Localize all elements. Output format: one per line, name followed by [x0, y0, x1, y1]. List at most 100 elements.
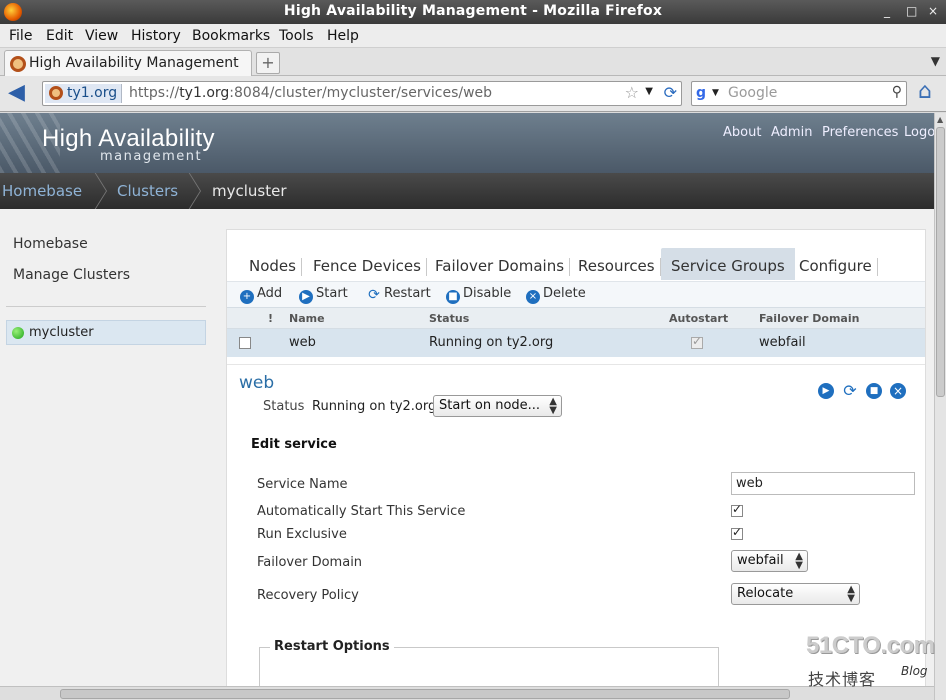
- menu-edit[interactable]: Edit: [46, 28, 73, 44]
- menu-history[interactable]: History: [131, 28, 181, 44]
- tab-label: Resources: [578, 257, 655, 275]
- sidebar-item-homebase[interactable]: Homebase: [13, 236, 88, 252]
- status-value: Running on ty2.org: [312, 399, 437, 414]
- service-title: web: [239, 373, 275, 393]
- search-placeholder: Google: [728, 85, 778, 101]
- site-identity-button[interactable]: ty1.org: [45, 84, 123, 103]
- scroll-up-arrow-icon[interactable]: ▲: [937, 115, 943, 124]
- sidebar-item-manage-clusters[interactable]: Manage Clusters: [13, 267, 130, 283]
- home-icon[interactable]: ⌂: [918, 80, 932, 104]
- autostart-label: Automatically Start This Service: [257, 504, 466, 519]
- autostart-checkbox[interactable]: [731, 502, 743, 517]
- restart-button[interactable]: ⟳ Restart: [367, 286, 431, 302]
- watermark-logo: 51CTO.com: [806, 632, 935, 659]
- bookmark-star-icon[interactable]: ☆: [625, 83, 639, 102]
- breadcrumb-separator: [94, 173, 106, 209]
- sidebar-divider: [6, 306, 206, 307]
- recovery-policy-select[interactable]: Relocate ▲ ▼: [731, 583, 860, 605]
- breadcrumb-mycluster: mycluster: [212, 182, 287, 200]
- close-window-button[interactable]: ×: [928, 4, 938, 18]
- favicon-icon: [10, 56, 26, 72]
- header-link-preferences[interactable]: Preferences: [822, 125, 898, 140]
- horizontal-scroll-thumb[interactable]: [60, 689, 790, 699]
- col-flag: !: [268, 312, 274, 325]
- menu-file[interactable]: File: [9, 28, 32, 44]
- header-link-logout[interactable]: Logo: [904, 125, 934, 140]
- col-status[interactable]: Status: [429, 312, 469, 325]
- sidebar-item-mycluster[interactable]: mycluster: [6, 320, 206, 345]
- failover-domain-value: webfail: [737, 553, 784, 568]
- breadcrumb: Homebase Clusters mycluster: [0, 173, 934, 209]
- tab-nodes[interactable]: Nodes: [249, 248, 302, 280]
- stop-icon: ■: [446, 290, 460, 304]
- tab-service-groups[interactable]: Service Groups: [661, 248, 795, 280]
- select-arrows-icon: ▲ ▼: [847, 584, 855, 604]
- start-button[interactable]: ▶ Start: [299, 286, 348, 304]
- header-link-about[interactable]: About: [723, 125, 761, 140]
- stop-service-icon[interactable]: ■: [866, 383, 882, 399]
- restart-service-icon[interactable]: ⟳: [842, 383, 858, 399]
- vertical-scrollbar[interactable]: ▲: [934, 113, 946, 700]
- add-button[interactable]: + Add: [240, 286, 282, 304]
- recovery-policy-value: Relocate: [737, 586, 794, 601]
- start-service-icon[interactable]: ▶: [818, 383, 834, 399]
- start-on-node-value: Start on node...: [439, 398, 541, 413]
- col-autostart[interactable]: Autostart: [669, 312, 728, 325]
- table-row[interactable]: web Running on ty2.org webfail: [227, 329, 925, 357]
- header-link-admin[interactable]: Admin: [771, 125, 812, 140]
- table-header: ! Name Status Autostart Failover Domain: [227, 307, 925, 329]
- tab-label: Service Groups: [671, 257, 785, 275]
- delete-service-icon[interactable]: ×: [890, 383, 906, 399]
- breadcrumb-homebase[interactable]: Homebase: [2, 182, 82, 200]
- minimize-button[interactable]: _: [884, 4, 890, 18]
- service-name-input[interactable]: web: [731, 472, 915, 495]
- tab-fence-devices[interactable]: Fence Devices: [313, 248, 427, 280]
- tab-divider: [569, 258, 571, 276]
- status-label: Status: [263, 399, 305, 414]
- tab-failover-domains[interactable]: Failover Domains: [435, 248, 571, 280]
- maximize-button[interactable]: □: [906, 4, 917, 18]
- col-name[interactable]: Name: [289, 312, 325, 325]
- menu-tools[interactable]: Tools: [279, 28, 314, 44]
- disable-button-label: Disable: [463, 286, 512, 301]
- search-bar[interactable]: g ▼ Google ⚲: [691, 81, 907, 106]
- tab-resources[interactable]: Resources: [578, 248, 661, 280]
- start-on-node-select[interactable]: Start on node... ▲ ▼: [433, 395, 562, 417]
- watermark-blog: Blog: [901, 664, 928, 678]
- search-icon[interactable]: ⚲: [892, 84, 902, 100]
- search-engine-chevron-icon[interactable]: ▼: [712, 88, 719, 98]
- disable-button[interactable]: ■ Disable: [446, 286, 511, 304]
- reload-icon[interactable]: ⟳: [664, 83, 677, 102]
- delete-button[interactable]: × Delete: [526, 286, 586, 304]
- tab-configure[interactable]: Configure: [799, 248, 878, 280]
- browser-tab[interactable]: High Availability Management: [4, 50, 252, 76]
- app-brand-subtitle: management: [100, 149, 203, 164]
- url-bar[interactable]: ty1.org https://ty1.org:8084/cluster/myc…: [42, 81, 682, 106]
- new-tab-button[interactable]: +: [256, 52, 280, 74]
- tab-list-chevron-icon[interactable]: ▼: [931, 54, 940, 68]
- row-status: Running on ty2.org: [429, 335, 554, 350]
- delete-button-label: Delete: [543, 286, 586, 301]
- url-text[interactable]: https://ty1.org:8084/cluster/mycluster/s…: [129, 85, 492, 101]
- run-exclusive-checkbox[interactable]: [731, 525, 743, 540]
- google-engine-icon[interactable]: g: [696, 85, 706, 101]
- cluster-tabs: Nodes Fence Devices Failover Domains Res…: [227, 230, 925, 280]
- menu-bar: File Edit View History Bookmarks Tools H…: [0, 24, 946, 48]
- horizontal-scrollbar[interactable]: [0, 686, 934, 700]
- tab-divider: [425, 258, 427, 276]
- url-prefix: https://: [129, 85, 180, 101]
- window-title: High Availability Management - Mozilla F…: [283, 3, 663, 19]
- url-history-chevron-icon[interactable]: ▼: [645, 86, 653, 97]
- row-name[interactable]: web: [289, 335, 316, 350]
- menu-help[interactable]: Help: [327, 28, 359, 44]
- row-select-checkbox[interactable]: [239, 337, 251, 349]
- vertical-scroll-thumb[interactable]: [936, 127, 945, 397]
- row-failover-domain: webfail: [759, 335, 806, 350]
- delete-icon: ×: [526, 290, 540, 304]
- breadcrumb-clusters[interactable]: Clusters: [117, 182, 178, 200]
- back-arrow-icon[interactable]: ◀: [8, 82, 25, 104]
- col-failover-domain[interactable]: Failover Domain: [759, 312, 859, 325]
- failover-domain-select[interactable]: webfail ▲ ▼: [731, 550, 808, 572]
- menu-view[interactable]: View: [85, 28, 118, 44]
- menu-bookmarks[interactable]: Bookmarks: [192, 28, 270, 44]
